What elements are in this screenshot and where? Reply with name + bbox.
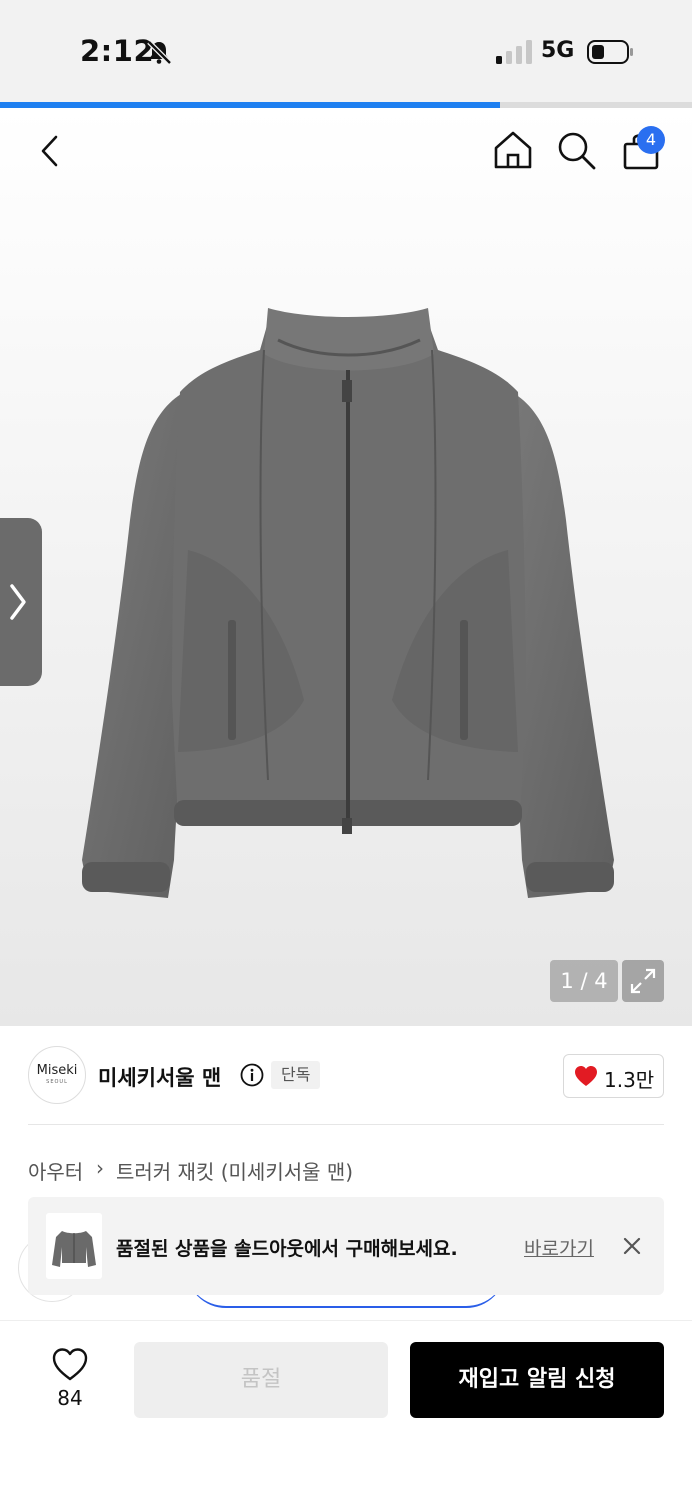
network-label: 5G: [541, 38, 575, 63]
search-icon[interactable]: [552, 126, 602, 176]
brand-like-button[interactable]: 1.3만: [563, 1054, 664, 1098]
info-icon[interactable]: [240, 1063, 264, 1087]
battery-icon: [587, 40, 633, 64]
brand-like-count: 1.3만: [604, 1068, 655, 1092]
image-pager: 1 / 4: [550, 960, 618, 1002]
brand-logo[interactable]: Miseki SEOUL: [28, 1046, 86, 1104]
product-image-jacket: [82, 308, 614, 898]
home-icon[interactable]: [488, 126, 538, 176]
toast-message: 품절된 상품을 솔드아웃에서 구매해보세요.: [116, 1238, 458, 1260]
back-icon[interactable]: [26, 126, 76, 176]
toast-link[interactable]: 바로가기: [524, 1234, 594, 1261]
restock-alert-button[interactable]: 재입고 알림 신청: [410, 1342, 664, 1418]
exclusive-badge: 단독: [271, 1061, 321, 1089]
toast-product-thumbnail: [46, 1213, 102, 1279]
breadcrumb-product: 트러커 재킷 (미세키서울 맨): [116, 1160, 354, 1184]
heart-outline-icon[interactable]: [48, 1344, 92, 1384]
brand-name[interactable]: 미세키서울 맨: [98, 1062, 221, 1092]
soldout-button: 품절: [134, 1342, 388, 1418]
breadcrumb-category[interactable]: 아우터: [28, 1156, 83, 1185]
brand-logo-subtext: SEOUL: [46, 1079, 68, 1085]
side-panel-handle[interactable]: [0, 518, 42, 686]
divider: [28, 1124, 664, 1125]
bell-muted-icon: [147, 40, 172, 65]
close-icon[interactable]: [620, 1234, 644, 1258]
signal-icon: [496, 40, 532, 64]
status-time: 2:12: [80, 34, 155, 68]
chevron-right-icon: [10, 584, 26, 620]
wish-count: 84: [57, 1386, 83, 1410]
breadcrumb-separator: ›: [96, 1156, 104, 1180]
heart-filled-icon: [575, 1066, 597, 1086]
brand-logo-text: Miseki: [36, 1063, 78, 1078]
expand-icon[interactable]: [622, 960, 664, 1002]
cart-count-badge: 4: [637, 126, 665, 154]
